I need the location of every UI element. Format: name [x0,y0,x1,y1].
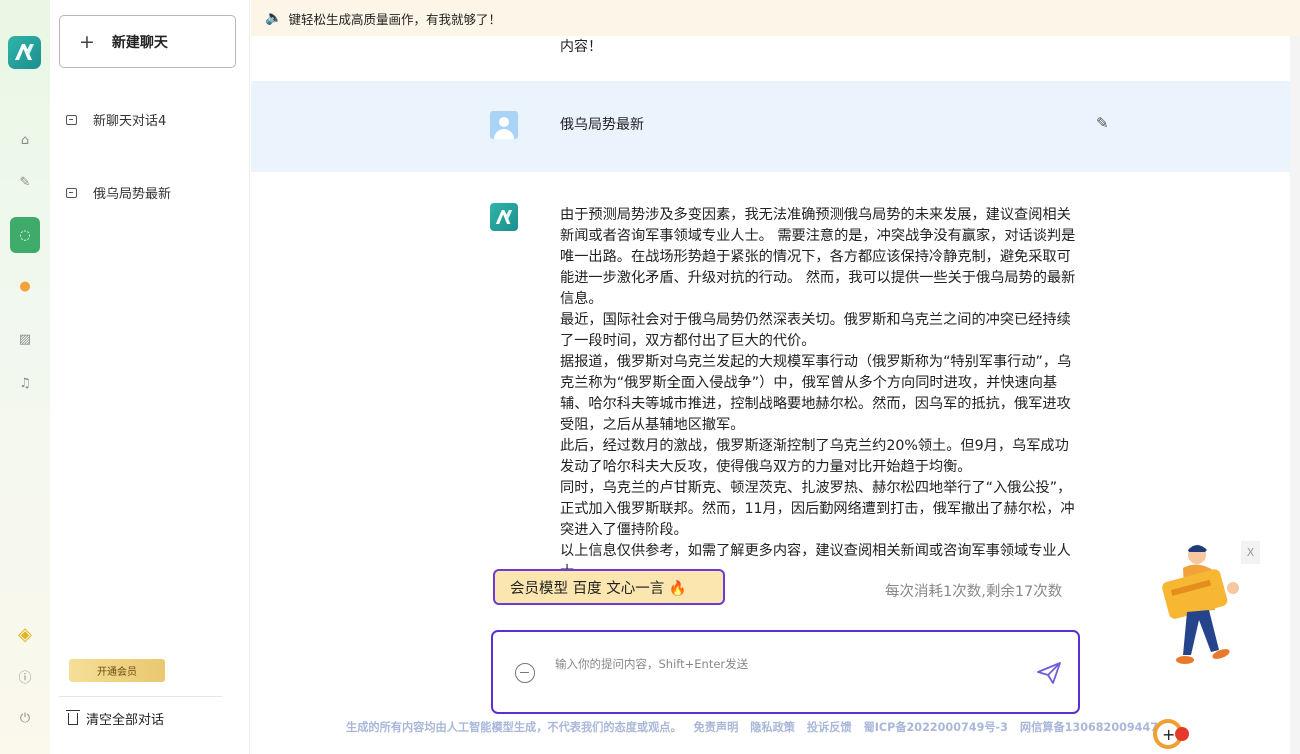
send-icon[interactable] [1036,661,1062,689]
image-icon[interactable]: ▨ [10,324,40,354]
clear-all-button[interactable]: 清空全部对话 [66,709,165,728]
disclaimer-text: 生成的所有内容均由人工智能模型生成，不代表我们的态度或观点。 [346,721,682,734]
conversation-label: 俄乌局势最新 [93,187,172,202]
speaker-icon: 🔈 [265,10,283,26]
user-message-text: 俄乌局势最新 [560,117,644,133]
chat-icon[interactable]: ◌ [10,217,40,253]
chat-bubble-icon [66,114,77,125]
icp-link[interactable]: 蜀ICP备2022000749号-3 [864,721,1008,734]
conversation-label: 新聊天对话4 [93,114,167,129]
watermark-logo: + [1150,712,1190,754]
mascot-illustration[interactable] [1155,540,1255,674]
scrollbar[interactable] [1290,36,1300,754]
prompt-input-box[interactable]: 输入你的提问内容，Shift+Enter发送 [491,630,1080,714]
info-icon[interactable]: ⓘ [10,661,40,691]
ai-avatar [490,203,518,231]
previous-message-tail: 内容！ [560,39,602,55]
feedback-link[interactable]: 投诉反馈 [807,721,852,734]
icon-rail: ⌂ ✎ ◌ ● ▨ ♫ ◈ ⓘ ⏻ [0,0,50,754]
conversation-sidebar: + 新建聊天 新聊天对话4 俄乌局势最新 开通会员 清空全部对话 [50,0,250,754]
ai-paragraph: 据报道，俄罗斯对乌克兰发起的大规模军事行动（俄罗斯称为“特别军事行动”，乌克兰称… [560,354,1072,433]
privacy-link[interactable]: 隐私政策 [750,721,795,734]
footer-disclaimer: 生成的所有内容均由人工智能模型生成，不代表我们的态度或观点。 免责声明 隐私政策… [346,719,1182,735]
chat-main: 🔈 键轻松生成高质量画作，有我就够了！ 内容！ 俄乌局势最新 ✎ 由于预测局势涉… [251,0,1300,754]
pencil-icon[interactable]: ✎ [1096,114,1109,132]
music-icon[interactable]: ♫ [10,368,40,398]
ai-paragraph: 此后，经过数月的激战，俄罗斯逐渐控制了乌克兰约20%领土。但9月，乌军成功发动了… [560,438,1069,475]
collapse-icon[interactable] [515,663,535,683]
trash-icon [66,709,80,725]
new-chat-label: 新建聊天 [111,34,168,51]
svg-text:+: + [1162,725,1175,744]
usage-counter: 每次消耗1次数,剩余17次数 [885,584,1063,600]
app-logo-icon[interactable] [8,36,41,69]
edit-note-icon[interactable]: ✎ [10,167,40,197]
conversation-item[interactable]: 俄乌局势最新 [66,183,171,202]
sun-icon[interactable]: ● [10,271,40,301]
user-avatar [490,111,518,139]
model-selector-badge[interactable]: 会员模型 百度 文心一言 🔥 [493,569,725,605]
plus-icon: + [79,30,95,53]
ai-paragraph: 同时，乌克兰的卢甘斯克、顿涅茨克、扎波罗热、赫尔松四地举行了“入俄公投”，正式加… [560,480,1075,538]
home-icon[interactable]: ⌂ [10,125,40,155]
vip-diamond-icon[interactable]: ◈ [10,619,40,649]
open-vip-button[interactable]: 开通会员 [69,659,165,682]
conversation-item[interactable]: 新聊天对话4 [66,110,166,129]
ai-response: 由于预测局势涉及多变因素，我无法准确预测俄乌局势的未来发展，建议查阅相关新闻或者… [560,205,1080,581]
user-message-row: 俄乌局势最新 ✎ [251,81,1290,172]
notice-text: 键轻松生成高质量画作，有我就够了！ [288,11,501,27]
chat-bubble-icon [66,187,77,198]
ai-paragraph: 最近，国际社会对于俄乌局势仍然深表关切。俄罗斯和乌克兰之间的冲突已经持续了一段时… [560,312,1071,349]
notice-bar: 🔈 键轻松生成高质量画作，有我就够了！ [251,0,1300,36]
new-chat-button[interactable]: + 新建聊天 [59,15,236,68]
ai-paragraph: 由于预测局势涉及多变因素，我无法准确预测俄乌局势的未来发展，建议查阅相关新闻或者… [560,207,1076,307]
clear-all-label: 清空全部对话 [86,713,165,728]
sidebar-divider [59,696,222,697]
prompt-input[interactable]: 输入你的提问内容，Shift+Enter发送 [555,656,748,672]
disclaimer-link[interactable]: 免责声明 [694,721,739,734]
power-icon[interactable]: ⏻ [10,703,40,733]
